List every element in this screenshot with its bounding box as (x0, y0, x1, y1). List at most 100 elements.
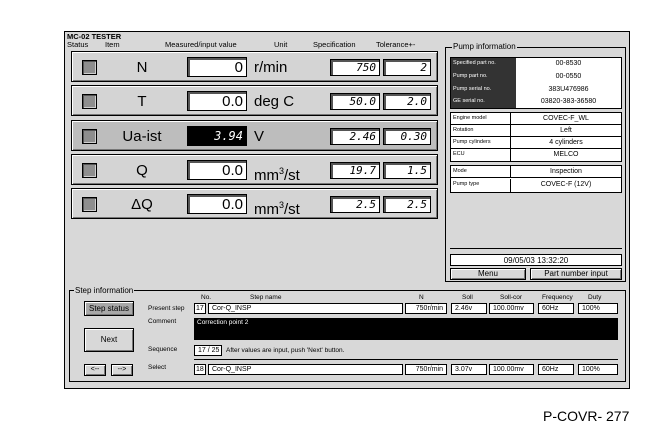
select-step-frequency: 60Hz (538, 364, 574, 375)
spec-value-field[interactable]: 2.46 (330, 128, 380, 145)
pump-value: MELCO (511, 149, 621, 161)
tolerance-value-field[interactable]: 2.5 (383, 196, 431, 213)
pump-label: Pump type (451, 179, 511, 192)
select-step-name[interactable]: Cor-Q_INSP (208, 364, 403, 375)
select-label: Select (148, 364, 167, 371)
header-unit: Unit (274, 40, 288, 49)
spec-value-field[interactable]: 750 (330, 59, 380, 76)
step-header-no: No. (201, 294, 212, 301)
status-indicator (82, 197, 97, 212)
pump-label: ECU (451, 149, 511, 161)
tester-window: MC-02 TESTER Status Item Measured/input … (64, 31, 630, 389)
pump-id-group: Specified part no. 00-8530 Pump part no.… (450, 57, 622, 109)
divider (450, 248, 622, 249)
header-status: Status (67, 40, 89, 49)
comment-label: Comment (148, 318, 177, 325)
unit-label: deg C (254, 93, 295, 110)
divider (194, 359, 618, 360)
tolerance-value-field[interactable]: 2.0 (383, 93, 431, 110)
previous-step-button[interactable]: <-- (84, 364, 106, 376)
mode-group: Mode Inspection Pump type COVEC-F (12V) (450, 165, 622, 193)
engine-group: Engine model COVEC-F_WL Rotation Left Pu… (450, 112, 622, 162)
present-step-soll: 2.46v (451, 303, 487, 314)
pump-value: 4 cylinders (511, 137, 621, 149)
step-header-soll-cor: Soll-cor (500, 294, 523, 301)
item-label: Ua-ist (122, 128, 162, 145)
menu-button[interactable]: Menu (450, 268, 526, 280)
header-item: Item (105, 40, 120, 49)
pump-value: 03820-383-36580 (516, 96, 621, 108)
pump-value: 00-0550 (516, 71, 621, 84)
unit-label: V (254, 128, 265, 145)
unit-base: mm (254, 201, 279, 218)
measured-value-field[interactable]: 3.94 (187, 126, 247, 146)
spec-value-field[interactable]: 19.7 (330, 162, 380, 179)
pump-value: COVEC-F (12V) (511, 179, 621, 192)
step-status-button[interactable]: Step status (84, 301, 134, 316)
select-step-n: 750r/min (405, 364, 447, 375)
measured-value-field[interactable]: 0.0 (187, 160, 247, 180)
present-step-no: 17 (194, 303, 206, 314)
pump-value: Inspection (511, 166, 621, 178)
step-header-duty: Duty (588, 294, 602, 301)
pump-value: Left (511, 125, 621, 137)
item-label: Q (136, 162, 148, 179)
item-label: ΔQ (131, 196, 153, 213)
step-header-n: N (419, 294, 424, 301)
figure-code: P-COVR- 277 (543, 408, 630, 424)
present-step-soll-cor: 100.00mv (489, 303, 534, 314)
tolerance-value-field[interactable]: 0.30 (383, 128, 431, 145)
tolerance-value-field[interactable]: 2 (383, 59, 431, 76)
measure-row-delta-q: ΔQ 0.0 mm3/st 2.5 2.5 (71, 188, 438, 219)
status-indicator (82, 94, 97, 109)
item-label: T (137, 93, 147, 110)
spec-value-field[interactable]: 50.0 (330, 93, 380, 110)
spec-value-field[interactable]: 2.5 (330, 196, 380, 213)
tolerance-value-field[interactable]: 1.5 (383, 162, 431, 179)
item-label: N (136, 59, 148, 76)
comment-display: Correction point 2 (194, 318, 618, 340)
pump-panel-title: Pump information (452, 42, 517, 51)
header-tolerance: Tolerance+- (376, 40, 416, 49)
measured-value-field[interactable]: 0 (187, 57, 247, 77)
select-step-soll-cor: 100.00mv (489, 364, 534, 375)
step-header-frequency: Frequency (542, 294, 573, 301)
next-button[interactable]: Next (84, 328, 134, 352)
sequence-counter: 17 / 25 (194, 345, 222, 356)
pump-value: COVEC-F_WL (511, 113, 621, 125)
pump-label: Pump serial no. (451, 84, 516, 96)
measure-row-t: T 0.0 deg C 50.0 2.0 (71, 85, 438, 116)
unit-suffix: /st (284, 201, 300, 218)
datetime-display: 09/05/03 13:32:20 (450, 254, 622, 266)
pump-label: Rotation (451, 125, 511, 137)
forward-step-button[interactable]: --> (111, 364, 133, 376)
unit-base: mm (254, 167, 279, 184)
pump-label: Specified part no. (451, 58, 516, 71)
select-step-soll: 3.07v (451, 364, 487, 375)
step-header-soll: Soll (462, 294, 473, 301)
pump-value: 00-8530 (516, 58, 621, 71)
present-step-name: Cor-Q_INSP (208, 303, 403, 314)
present-step-duty: 100% (578, 303, 618, 314)
pump-label: Pump cylinders (451, 137, 511, 149)
step-information-panel: Step information No. Step name N Soll So… (69, 286, 626, 382)
pump-information-panel: Pump information Specified part no. 00-8… (445, 42, 626, 282)
sequence-hint: After values are input, push 'Next' butt… (226, 347, 345, 354)
unit-label: mm3/st (254, 195, 300, 220)
pump-label: Pump part no. (451, 71, 516, 84)
measure-row-n: N 0 r/min 750 2 (71, 51, 438, 82)
pump-value: 383U476986 (516, 84, 621, 96)
present-step-n: 750r/min (405, 303, 447, 314)
select-step-no[interactable]: 18 (194, 364, 206, 375)
step-panel-title: Step information (74, 286, 135, 295)
pump-label: GE serial no. (451, 96, 516, 108)
measured-value-field[interactable]: 0.0 (187, 91, 247, 111)
unit-label: r/min (254, 59, 288, 76)
select-step-duty: 100% (578, 364, 618, 375)
part-number-input-button[interactable]: Part number input (530, 268, 622, 280)
measured-value-field[interactable]: 0.0 (187, 194, 247, 214)
status-indicator (82, 60, 97, 75)
measure-row-q: Q 0.0 mm3/st 19.7 1.5 (71, 154, 438, 185)
status-indicator (82, 129, 97, 144)
pump-label: Mode (451, 166, 511, 178)
